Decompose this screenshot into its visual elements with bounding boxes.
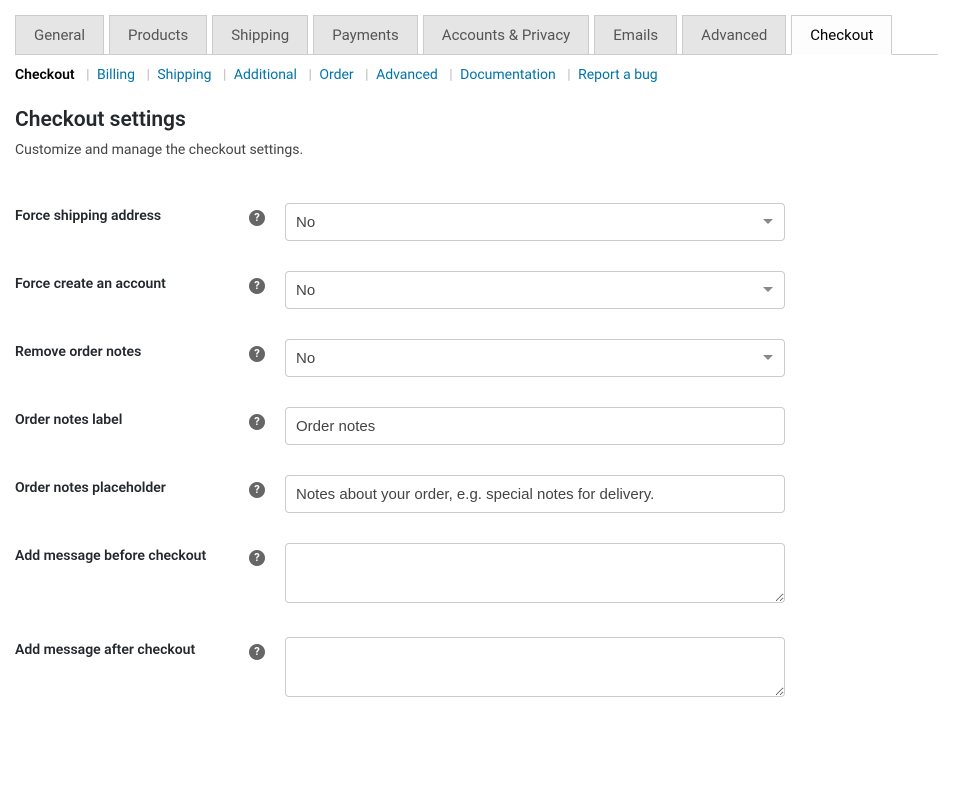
input-notes-placeholder[interactable] [285,475,785,513]
label-text: Add message after checkout [15,642,195,658]
tab-advanced[interactable]: Advanced [682,15,786,55]
label-text: Force create an account [15,276,166,292]
label-msg-before: Add message before checkout ? [15,528,275,622]
separator: | [223,67,226,83]
separator: | [308,67,311,83]
select-force-shipping-wrap: No [285,203,785,241]
subnav-shipping[interactable]: Shipping [157,67,211,83]
tab-general[interactable]: General [15,15,104,55]
subnav-report[interactable]: Report a bug [578,67,658,83]
settings-table: Force shipping address ? No Force create… [15,188,938,716]
label-text: Remove order notes [15,344,141,360]
textarea-msg-before[interactable] [285,543,785,603]
tab-checkout[interactable]: Checkout [791,15,892,55]
section-title: Checkout settings [15,108,938,132]
label-remove-notes: Remove order notes ? [15,324,275,392]
subnav-additional[interactable]: Additional [234,67,297,83]
select-force-account[interactable]: No [285,271,785,309]
label-text: Order notes label [15,412,122,428]
subnav-documentation[interactable]: Documentation [460,67,556,83]
tab-accounts[interactable]: Accounts & Privacy [423,15,589,55]
input-notes-label[interactable] [285,407,785,445]
subnav-advanced[interactable]: Advanced [376,67,438,83]
help-icon[interactable]: ? [249,644,265,660]
help-icon[interactable]: ? [249,550,265,566]
subnav-billing[interactable]: Billing [97,67,135,83]
select-force-account-wrap: No [285,271,785,309]
help-icon[interactable]: ? [249,414,265,430]
separator: | [146,67,149,83]
separator: | [567,67,570,83]
label-text: Add message before checkout [15,548,206,564]
label-force-shipping: Force shipping address ? [15,188,275,256]
label-text: Order notes placeholder [15,480,166,496]
subnav-checkout[interactable]: Checkout [15,67,75,83]
tab-emails[interactable]: Emails [594,15,677,55]
help-icon[interactable]: ? [249,482,265,498]
label-force-account: Force create an account ? [15,256,275,324]
subnav-order[interactable]: Order [319,67,353,83]
label-notes-label: Order notes label ? [15,392,275,460]
tab-payments[interactable]: Payments [313,15,418,55]
textarea-msg-after[interactable] [285,637,785,697]
tab-shipping[interactable]: Shipping [212,15,308,55]
separator: | [365,67,368,83]
select-remove-notes-wrap: No [285,339,785,377]
label-text: Force shipping address [15,208,161,224]
select-remove-notes[interactable]: No [285,339,785,377]
sub-nav: Checkout | Billing | Shipping | Addition… [15,67,938,83]
help-icon[interactable]: ? [249,346,265,362]
tab-products[interactable]: Products [109,15,207,55]
select-force-shipping[interactable]: No [285,203,785,241]
help-icon[interactable]: ? [249,210,265,226]
separator: | [449,67,452,83]
label-notes-placeholder: Order notes placeholder ? [15,460,275,528]
label-msg-after: Add message after checkout ? [15,622,275,716]
main-tabs: General Products Shipping Payments Accou… [15,15,938,55]
help-icon[interactable]: ? [249,278,265,294]
section-desc: Customize and manage the checkout settin… [15,142,938,158]
separator: | [86,67,89,83]
